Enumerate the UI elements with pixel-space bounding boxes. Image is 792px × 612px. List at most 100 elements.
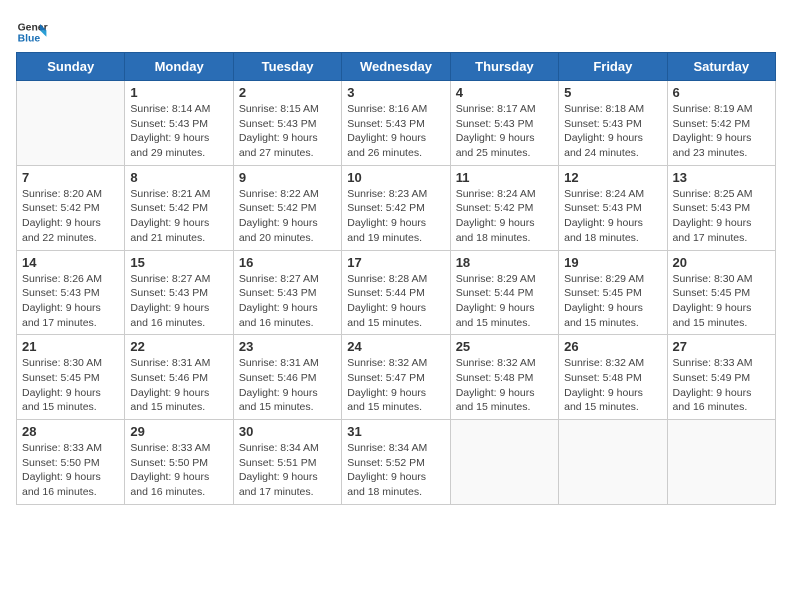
calendar-day-cell — [667, 420, 775, 505]
day-info: Sunrise: 8:34 AMSunset: 5:51 PMDaylight:… — [239, 441, 336, 500]
calendar-day-cell: 28 Sunrise: 8:33 AMSunset: 5:50 PMDayligh… — [17, 420, 125, 505]
day-info: Sunrise: 8:27 AMSunset: 5:43 PMDaylight:… — [130, 272, 227, 331]
day-info: Sunrise: 8:17 AMSunset: 5:43 PMDaylight:… — [456, 102, 553, 161]
day-number: 31 — [347, 424, 444, 439]
calendar-day-cell: 19Sunrise: 8:29 AMSunset: 5:45 PMDayligh… — [559, 250, 667, 335]
calendar-day-cell: 14 Sunrise: 8:26 AMSunset: 5:43 PMDayligh… — [17, 250, 125, 335]
day-number: 12 — [564, 170, 661, 185]
day-number: 14 — [22, 255, 119, 270]
calendar-day-cell: 10 Sunrise: 8:23 AMSunset: 5:42 PMDayligh… — [342, 165, 450, 250]
day-number: 28 — [22, 424, 119, 439]
day-number: 11 — [456, 170, 553, 185]
calendar-week-row: 1 Sunrise: 8:14 AMSunset: 5:43 PMDaylight… — [17, 81, 776, 166]
calendar-day-cell: 16 Sunrise: 8:27 AMSunset: 5:43 PMDayligh… — [233, 250, 341, 335]
day-of-week-header: Thursday — [450, 53, 558, 81]
calendar-day-cell: 24 Sunrise: 8:32 AMSunset: 5:47 PMDayligh… — [342, 335, 450, 420]
calendar-week-row: 7 Sunrise: 8:20 AMSunset: 5:42 PMDaylight… — [17, 165, 776, 250]
day-info: Sunrise: 8:31 AMSunset: 5:46 PMDaylight:… — [130, 356, 227, 415]
day-number: 29 — [130, 424, 227, 439]
day-of-week-header: Saturday — [667, 53, 775, 81]
calendar-day-cell: 12 Sunrise: 8:24 AMSunset: 5:43 PMDayligh… — [559, 165, 667, 250]
calendar-day-cell: 11Sunrise: 8:24 AMSunset: 5:42 PMDayligh… — [450, 165, 558, 250]
day-number: 21 — [22, 339, 119, 354]
day-number: 9 — [239, 170, 336, 185]
logo: General Blue — [16, 16, 48, 48]
day-info: Sunrise: 8:31 AMSunset: 5:46 PMDaylight:… — [239, 356, 336, 415]
day-number: 22 — [130, 339, 227, 354]
calendar-day-cell: 25Sunrise: 8:32 AMSunset: 5:48 PMDayligh… — [450, 335, 558, 420]
calendar-day-cell: 7 Sunrise: 8:20 AMSunset: 5:42 PMDaylight… — [17, 165, 125, 250]
calendar-day-cell: 2Sunrise: 8:15 AMSunset: 5:43 PMDaylight… — [233, 81, 341, 166]
day-number: 30 — [239, 424, 336, 439]
calendar-day-cell: 27 Sunrise: 8:33 AMSunset: 5:49 PMDayligh… — [667, 335, 775, 420]
calendar-day-cell: 22 Sunrise: 8:31 AMSunset: 5:46 PMDayligh… — [125, 335, 233, 420]
day-number: 7 — [22, 170, 119, 185]
page-header: General Blue — [16, 16, 776, 48]
day-number: 27 — [673, 339, 770, 354]
day-info: Sunrise: 8:33 AMSunset: 5:50 PMDaylight:… — [130, 441, 227, 500]
calendar-day-cell: 23 Sunrise: 8:31 AMSunset: 5:46 PMDayligh… — [233, 335, 341, 420]
day-number: 23 — [239, 339, 336, 354]
day-info: Sunrise: 8:32 AMSunset: 5:47 PMDaylight:… — [347, 356, 444, 415]
calendar-day-cell — [17, 81, 125, 166]
day-info: Sunrise: 8:18 AMSunset: 5:43 PMDaylight:… — [564, 102, 661, 161]
day-number: 5 — [564, 85, 661, 100]
day-info: Sunrise: 8:27 AMSunset: 5:43 PMDaylight:… — [239, 272, 336, 331]
calendar-day-cell — [559, 420, 667, 505]
day-info: Sunrise: 8:24 AMSunset: 5:43 PMDaylight:… — [564, 187, 661, 246]
day-number: 26 — [564, 339, 661, 354]
day-number: 2 — [239, 85, 336, 100]
calendar-day-cell: 15 Sunrise: 8:27 AMSunset: 5:43 PMDayligh… — [125, 250, 233, 335]
day-info: Sunrise: 8:26 AMSunset: 5:43 PMDaylight:… — [22, 272, 119, 331]
day-number: 13 — [673, 170, 770, 185]
day-info: Sunrise: 8:14 AMSunset: 5:43 PMDaylight:… — [130, 102, 227, 161]
calendar-day-cell: 6 Sunrise: 8:19 AMSunset: 5:42 PMDaylight… — [667, 81, 775, 166]
day-of-week-header: Sunday — [17, 53, 125, 81]
calendar-day-cell: 31Sunrise: 8:34 AMSunset: 5:52 PMDayligh… — [342, 420, 450, 505]
day-info: Sunrise: 8:23 AMSunset: 5:42 PMDaylight:… — [347, 187, 444, 246]
day-info: Sunrise: 8:32 AMSunset: 5:48 PMDaylight:… — [456, 356, 553, 415]
day-info: Sunrise: 8:32 AMSunset: 5:48 PMDaylight:… — [564, 356, 661, 415]
day-info: Sunrise: 8:33 AMSunset: 5:50 PMDaylight:… — [22, 441, 119, 500]
day-number: 1 — [130, 85, 227, 100]
calendar-header-row: SundayMondayTuesdayWednesdayThursdayFrid… — [17, 53, 776, 81]
day-of-week-header: Friday — [559, 53, 667, 81]
calendar-day-cell: 18 Sunrise: 8:29 AMSunset: 5:44 PMDayligh… — [450, 250, 558, 335]
calendar-day-cell — [450, 420, 558, 505]
day-info: Sunrise: 8:16 AMSunset: 5:43 PMDaylight:… — [347, 102, 444, 161]
day-info: Sunrise: 8:25 AMSunset: 5:43 PMDaylight:… — [673, 187, 770, 246]
calendar-day-cell: 1 Sunrise: 8:14 AMSunset: 5:43 PMDaylight… — [125, 81, 233, 166]
day-info: Sunrise: 8:22 AMSunset: 5:42 PMDaylight:… — [239, 187, 336, 246]
day-number: 10 — [347, 170, 444, 185]
day-number: 18 — [456, 255, 553, 270]
day-number: 16 — [239, 255, 336, 270]
calendar-day-cell: 29 Sunrise: 8:33 AMSunset: 5:50 PMDayligh… — [125, 420, 233, 505]
day-number: 15 — [130, 255, 227, 270]
calendar-day-cell: 17Sunrise: 8:28 AMSunset: 5:44 PMDayligh… — [342, 250, 450, 335]
day-info: Sunrise: 8:30 AMSunset: 5:45 PMDaylight:… — [22, 356, 119, 415]
day-of-week-header: Wednesday — [342, 53, 450, 81]
calendar-day-cell: 3Sunrise: 8:16 AMSunset: 5:43 PMDaylight… — [342, 81, 450, 166]
calendar-day-cell: 30 Sunrise: 8:34 AMSunset: 5:51 PMDayligh… — [233, 420, 341, 505]
svg-text:Blue: Blue — [18, 34, 41, 45]
day-number: 24 — [347, 339, 444, 354]
day-number: 20 — [673, 255, 770, 270]
calendar-day-cell: 21 Sunrise: 8:30 AMSunset: 5:45 PMDayligh… — [17, 335, 125, 420]
calendar-day-cell: 20Sunrise: 8:30 AMSunset: 5:45 PMDayligh… — [667, 250, 775, 335]
day-info: Sunrise: 8:19 AMSunset: 5:42 PMDaylight:… — [673, 102, 770, 161]
calendar-day-cell: 8Sunrise: 8:21 AMSunset: 5:42 PMDaylight… — [125, 165, 233, 250]
calendar-day-cell: 26 Sunrise: 8:32 AMSunset: 5:48 PMDayligh… — [559, 335, 667, 420]
calendar-week-row: 21 Sunrise: 8:30 AMSunset: 5:45 PMDayligh… — [17, 335, 776, 420]
day-of-week-header: Tuesday — [233, 53, 341, 81]
day-info: Sunrise: 8:28 AMSunset: 5:44 PMDaylight:… — [347, 272, 444, 331]
day-of-week-header: Monday — [125, 53, 233, 81]
calendar-week-row: 28 Sunrise: 8:33 AMSunset: 5:50 PMDayligh… — [17, 420, 776, 505]
day-info: Sunrise: 8:29 AMSunset: 5:45 PMDaylight:… — [564, 272, 661, 331]
day-info: Sunrise: 8:20 AMSunset: 5:42 PMDaylight:… — [22, 187, 119, 246]
day-info: Sunrise: 8:29 AMSunset: 5:44 PMDaylight:… — [456, 272, 553, 331]
day-info: Sunrise: 8:33 AMSunset: 5:49 PMDaylight:… — [673, 356, 770, 415]
day-info: Sunrise: 8:21 AMSunset: 5:42 PMDaylight:… — [130, 187, 227, 246]
calendar-week-row: 14 Sunrise: 8:26 AMSunset: 5:43 PMDayligh… — [17, 250, 776, 335]
day-number: 4 — [456, 85, 553, 100]
day-number: 6 — [673, 85, 770, 100]
